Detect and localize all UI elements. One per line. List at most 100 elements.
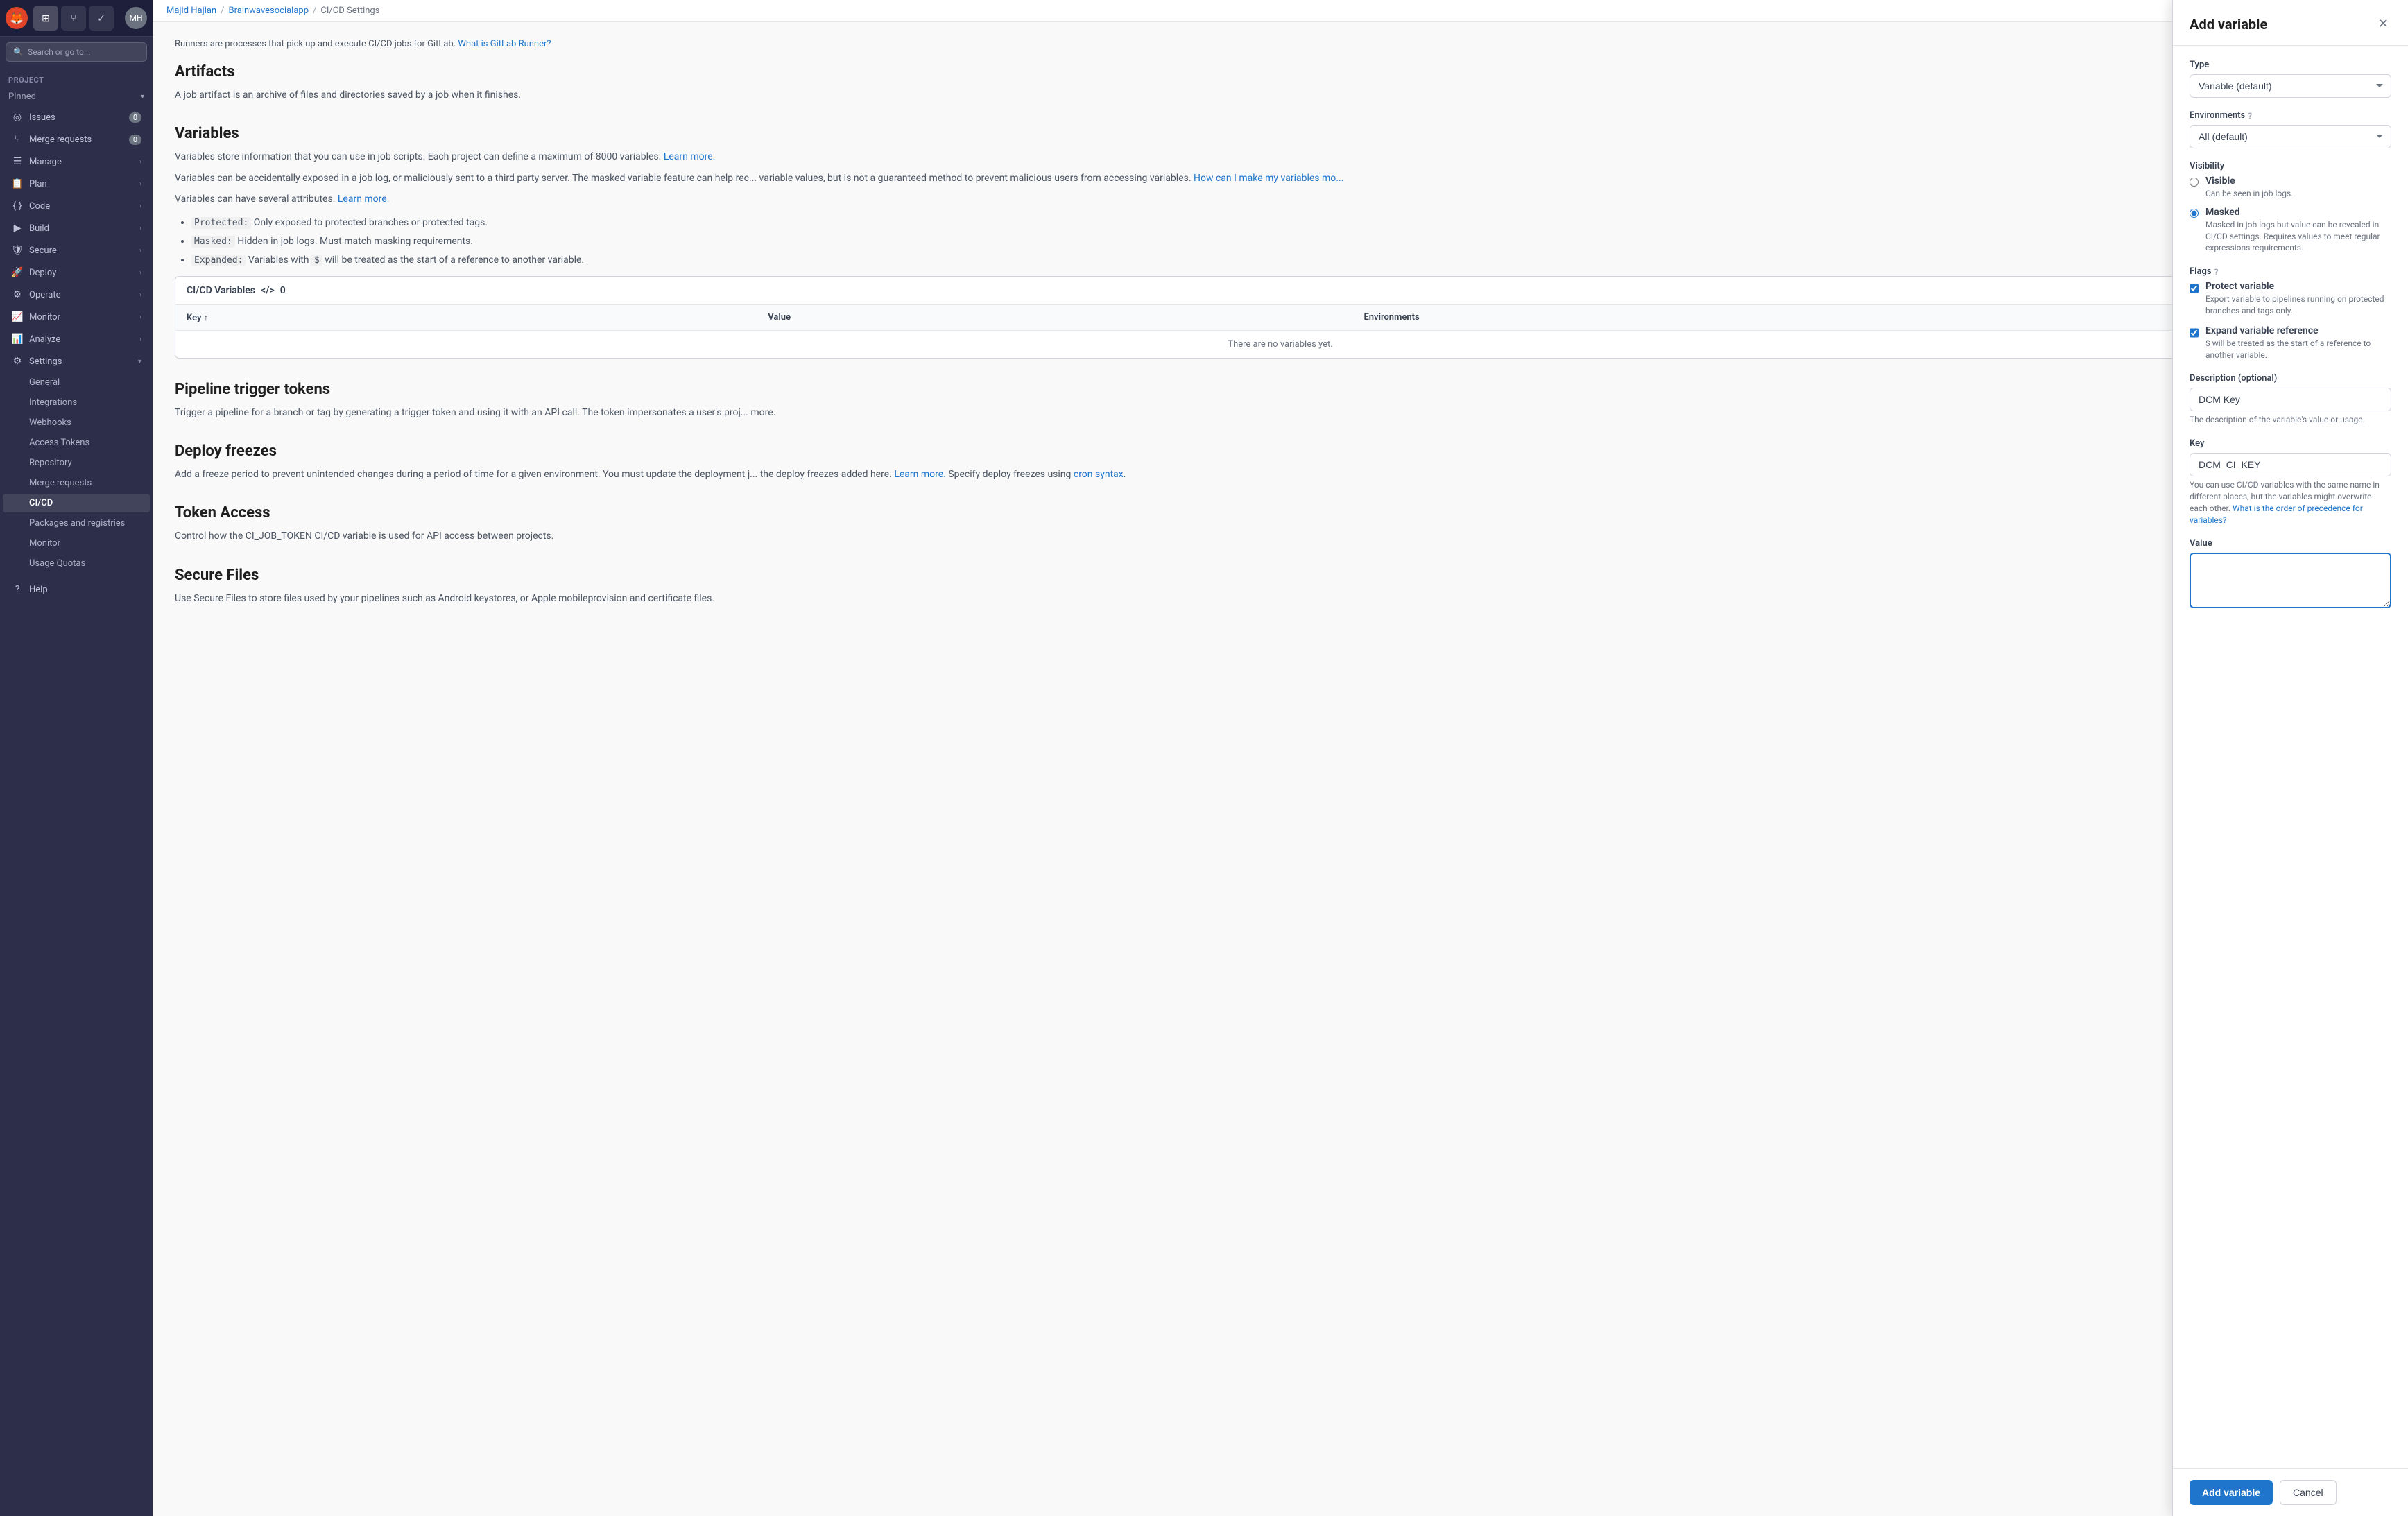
- protect-variable-label: Protect variable: [2205, 281, 2391, 292]
- code-chevron-icon: ›: [139, 203, 141, 210]
- sidebar-item-merge-requests-sub[interactable]: Merge requests: [3, 474, 150, 492]
- breadcrumb-project[interactable]: Brainwavesocialapp: [229, 6, 309, 16]
- expand-variable-checkbox[interactable]: [2190, 327, 2199, 338]
- content-area: Runners are processes that pick up and e…: [153, 22, 2408, 1516]
- token-access-title: Token Access: [175, 504, 2386, 522]
- sidebar-item-secure[interactable]: 🛡 Secure ›: [3, 240, 150, 261]
- visibility-visible-item: Visible Can be seen in job logs.: [2190, 175, 2391, 200]
- search-bar[interactable]: 🔍 Search or go to...: [6, 42, 147, 62]
- cron-syntax-link[interactable]: cron syntax: [1074, 469, 1124, 480]
- pipeline-trigger-section: Pipeline trigger tokens Trigger a pipeli…: [175, 381, 2386, 420]
- sidebar-item-analyze[interactable]: 📊 Analyze ›: [3, 329, 150, 350]
- sidebar-item-cicd[interactable]: CI/CD: [3, 494, 150, 512]
- variables-desc1: Variables store information that you can…: [175, 149, 2386, 164]
- key-precedence-link[interactable]: What is the order of precedence for vari…: [2190, 503, 2363, 525]
- panel-header: Add variable ✕: [2173, 0, 2408, 46]
- breadcrumb-sep-1: /: [221, 6, 224, 16]
- deploy-freezes-title: Deploy freezes: [175, 442, 2386, 460]
- visibility-label: Visibility: [2190, 161, 2391, 171]
- visibility-visible-radio[interactable]: [2190, 178, 2199, 187]
- pipeline-trigger-title: Pipeline trigger tokens: [175, 381, 2386, 398]
- monitor-label: Monitor: [29, 312, 60, 322]
- secure-chevron-icon: ›: [139, 247, 141, 255]
- var-list-item-protected: Protected: Only exposed to protected bra…: [191, 216, 2386, 230]
- issues-label: Issues: [29, 112, 55, 123]
- protect-variable-checkbox[interactable]: [2190, 283, 2199, 294]
- sidebar-item-settings[interactable]: ⚙ Settings ▾: [3, 351, 150, 372]
- deploy-label: Deploy: [29, 268, 56, 278]
- flags-help-icon[interactable]: ?: [2214, 267, 2219, 277]
- table-header-key[interactable]: Key ↑: [175, 305, 757, 331]
- empty-message: There are no variables yet.: [175, 330, 2385, 358]
- description-input[interactable]: [2190, 388, 2391, 411]
- monitor-icon: 📈: [11, 311, 24, 322]
- gitlab-logo: 🦊: [6, 7, 28, 29]
- sidebar-item-access-tokens[interactable]: Access Tokens: [3, 433, 150, 452]
- sidebar-item-merge-requests[interactable]: ⑂ Merge requests 0: [3, 129, 150, 150]
- sidebar: 🦊 ⊞ ⑂ ✓ MH 🔍 Search or go to... Project …: [0, 0, 153, 1516]
- variables-title: Variables: [175, 125, 2386, 142]
- analyze-chevron-icon: ›: [139, 336, 141, 343]
- sidebar-item-issues[interactable]: ◎ Issues 0: [3, 107, 150, 128]
- cicd-variables-box: CI/CD Variables </> 0 Key ↑ Value Enviro…: [175, 276, 2386, 359]
- project-label: Project: [0, 67, 153, 87]
- token-access-section: Token Access Control how the CI_JOB_TOKE…: [175, 504, 2386, 544]
- todo-icon-button[interactable]: ✓: [89, 6, 114, 31]
- variables-how-link[interactable]: How can I make my variables mo...: [1194, 173, 1343, 184]
- help-icon: ?: [11, 584, 24, 595]
- type-field-group: Type Variable (default) File: [2190, 60, 2391, 98]
- expand-variable-label: Expand variable reference: [2205, 325, 2391, 336]
- environments-select[interactable]: All (default): [2190, 125, 2391, 148]
- protect-variable-item: Protect variable Export variable to pipe…: [2190, 281, 2391, 317]
- visibility-masked-radio[interactable]: [2190, 209, 2199, 218]
- variables-learn-more-link2[interactable]: Learn more.: [338, 193, 390, 205]
- secure-files-section: Secure Files Use Secure Files to store f…: [175, 567, 2386, 606]
- sidebar-item-operate[interactable]: ⚙ Operate ›: [3, 284, 150, 305]
- sidebar-item-code[interactable]: { } Code ›: [3, 196, 150, 216]
- secure-files-desc: Use Secure Files to store files used by …: [175, 591, 2386, 606]
- variables-list: Protected: Only exposed to protected bra…: [191, 216, 2386, 268]
- search-icon: 🔍: [13, 47, 24, 57]
- sidebar-item-monitor-sub[interactable]: Monitor: [3, 534, 150, 553]
- sidebar-item-plan[interactable]: 📋 Plan ›: [3, 173, 150, 194]
- search-placeholder: Search or go to...: [28, 47, 90, 57]
- merge-requests-icon: ⑂: [11, 134, 24, 145]
- operate-chevron-icon: ›: [139, 291, 141, 299]
- code-icon: { }: [11, 200, 24, 212]
- home-icon-button[interactable]: ⊞: [33, 6, 58, 31]
- sidebar-item-deploy[interactable]: 🚀 Deploy ›: [3, 262, 150, 283]
- main-content: Majid Hajian / Brainwavesocialapp / CI/C…: [153, 0, 2408, 1516]
- variables-section: Variables Variables store information th…: [175, 125, 2386, 358]
- sidebar-item-general[interactable]: General: [3, 373, 150, 392]
- runner-link[interactable]: What is GitLab Runner?: [458, 39, 551, 49]
- value-textarea[interactable]: [2190, 553, 2391, 608]
- variables-learn-more-link[interactable]: Learn more.: [664, 151, 716, 162]
- sidebar-item-build[interactable]: ▶ Build ›: [3, 218, 150, 239]
- variables-desc2: Variables can be accidentally exposed in…: [175, 171, 2386, 186]
- sidebar-item-monitor[interactable]: 📈 Monitor ›: [3, 307, 150, 327]
- type-select[interactable]: Variable (default) File: [2190, 74, 2391, 98]
- var-list-item-masked: Masked: Hidden in job logs. Must match m…: [191, 234, 2386, 249]
- sidebar-item-repository[interactable]: Repository: [3, 454, 150, 472]
- panel-close-button[interactable]: ✕: [2375, 14, 2391, 34]
- sidebar-item-webhooks[interactable]: Webhooks: [3, 413, 150, 432]
- manage-icon: ☰: [11, 156, 24, 167]
- sidebar-item-help[interactable]: ? Help: [3, 579, 150, 600]
- sidebar-item-integrations[interactable]: Integrations: [3, 393, 150, 412]
- sidebar-item-packages-registries[interactable]: Packages and registries: [3, 514, 150, 533]
- sidebar-item-manage[interactable]: ☰ Manage ›: [3, 151, 150, 172]
- deploy-icon: 🚀: [11, 267, 24, 278]
- add-variable-button[interactable]: Add variable: [2190, 1480, 2273, 1505]
- deploy-freezes-learn-more-link[interactable]: Learn more.: [894, 469, 946, 480]
- cancel-button[interactable]: Cancel: [2280, 1480, 2337, 1505]
- build-icon: ▶: [11, 223, 24, 234]
- merge-icon-button[interactable]: ⑂: [61, 6, 86, 31]
- merge-requests-label: Merge requests: [29, 135, 92, 145]
- sidebar-item-usage-quotas[interactable]: Usage Quotas: [3, 554, 150, 573]
- table-row-empty: There are no variables yet.: [175, 330, 2385, 358]
- manage-label: Manage: [29, 157, 62, 167]
- environments-help-icon[interactable]: ?: [2248, 111, 2252, 121]
- avatar[interactable]: MH: [125, 7, 147, 29]
- key-input[interactable]: [2190, 453, 2391, 476]
- breadcrumb-user[interactable]: Majid Hajian: [166, 6, 216, 16]
